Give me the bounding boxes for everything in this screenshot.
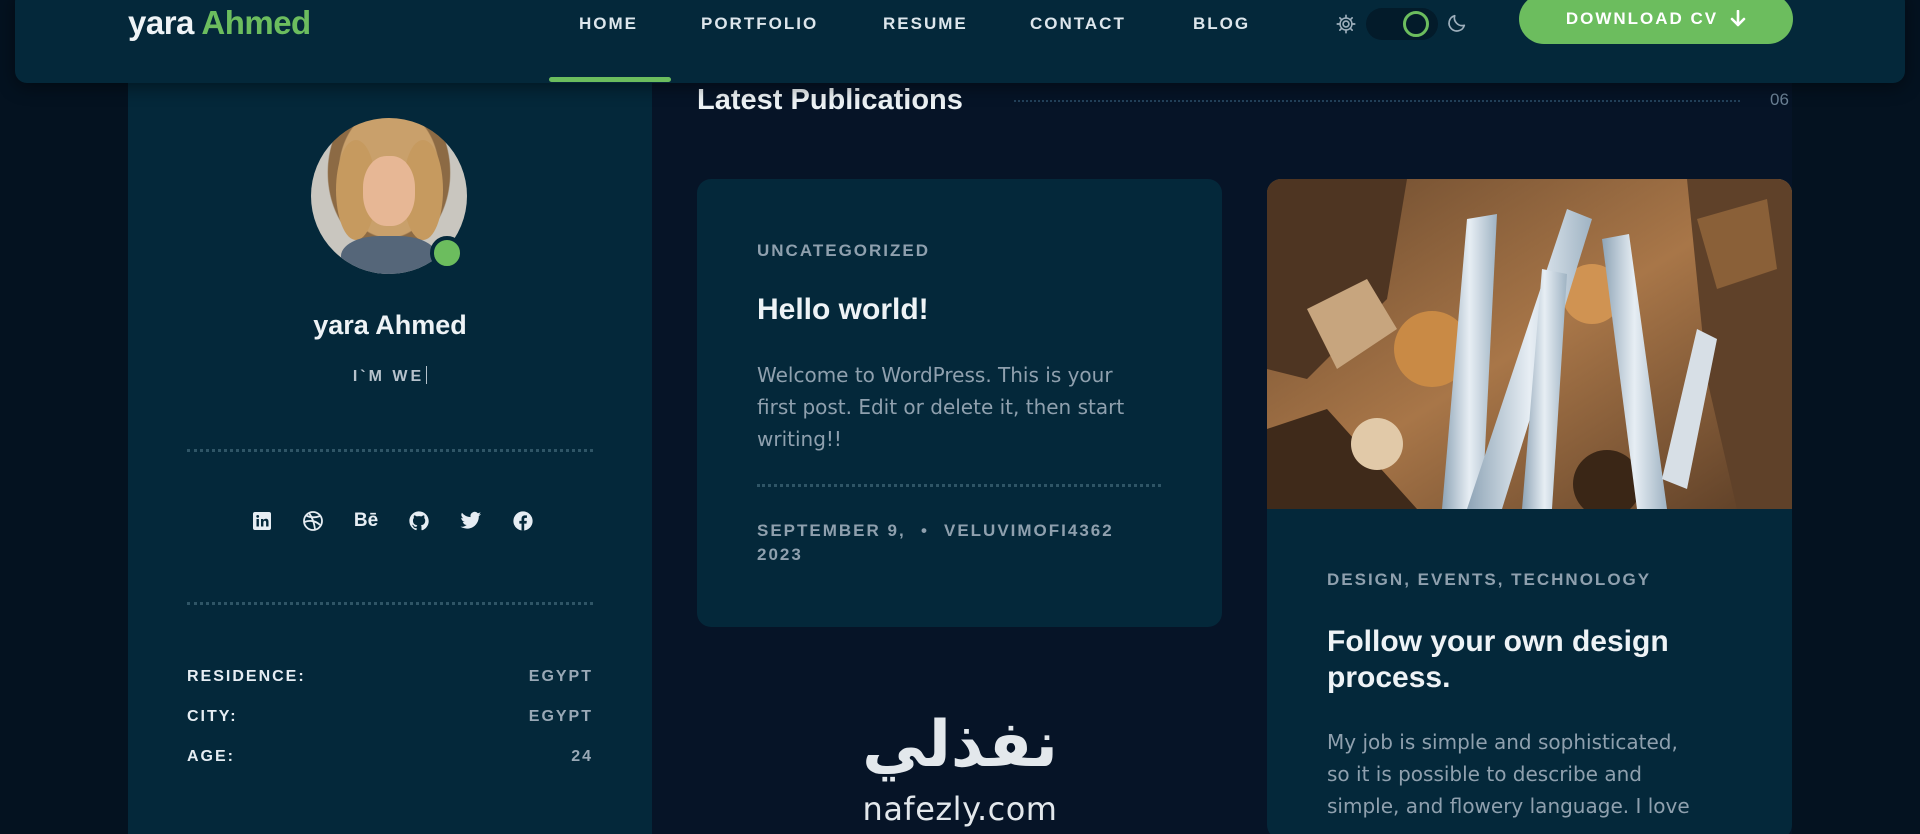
watermark-logo-arabic: نفذلي bbox=[862, 708, 1058, 782]
theme-toggle[interactable] bbox=[1366, 8, 1438, 40]
typing-caret bbox=[426, 366, 428, 384]
linkedin-icon[interactable] bbox=[245, 504, 279, 538]
title-line: process. bbox=[1327, 661, 1451, 694]
nav-item-home[interactable]: HOME bbox=[579, 14, 638, 34]
profile-sidebar: yara Ahmed I`M WE Bē RESIDENCE: EGYPT CI… bbox=[128, 70, 652, 834]
info-label: CITY: bbox=[187, 708, 238, 725]
logo-first-name: yara bbox=[128, 4, 194, 41]
post-excerpt: My job is simple and sophisticated, so i… bbox=[1327, 726, 1690, 822]
info-label: RESIDENCE: bbox=[187, 668, 306, 685]
post-category[interactable]: DESIGN bbox=[1327, 570, 1404, 589]
post-meta: SEPTEMBER 9, 2023 • VELUVIMOFI4362 bbox=[757, 519, 1161, 569]
excerpt-line: so it is possible to describe and bbox=[1327, 762, 1642, 786]
date-line: SEPTEMBER 9, bbox=[757, 521, 906, 540]
section-divider bbox=[1014, 100, 1740, 102]
nav-item-contact[interactable]: CONTACT bbox=[1030, 14, 1126, 34]
date-line: 2023 bbox=[757, 545, 803, 564]
post-category[interactable]: TECHNOLOGY bbox=[1511, 570, 1651, 589]
logo-last-name: Ahmed bbox=[201, 4, 311, 41]
info-value: EGYPT bbox=[528, 668, 593, 685]
title-line: Follow your own design bbox=[1327, 625, 1669, 658]
behance-icon[interactable]: Bē bbox=[349, 504, 383, 538]
sidebar-divider bbox=[187, 449, 593, 452]
excerpt-line: My job is simple and sophisticated, bbox=[1327, 730, 1678, 754]
post-category[interactable]: UNCATEGORIZED bbox=[757, 241, 930, 261]
profile-role-text: I`M WE bbox=[352, 368, 425, 385]
post-categories: DESIGN, EVENTS, TECHNOLOGY bbox=[1327, 570, 1651, 590]
category-separator: , bbox=[1404, 570, 1411, 589]
sidebar-divider bbox=[187, 602, 593, 605]
info-row-city: CITY: EGYPT bbox=[187, 708, 593, 732]
post-featured-image[interactable] bbox=[1267, 179, 1792, 509]
info-value: EGYPT bbox=[528, 708, 593, 725]
download-cv-button[interactable]: DOWNLOAD CV bbox=[1519, 0, 1793, 44]
post-title[interactable]: Follow your own design process. bbox=[1327, 624, 1669, 696]
behance-label: Bē bbox=[353, 510, 379, 531]
section-title: Latest Publications bbox=[697, 84, 963, 116]
download-cv-label: DOWNLOAD CV bbox=[1565, 9, 1719, 28]
post-divider bbox=[757, 484, 1161, 487]
page-gutter-left bbox=[0, 0, 128, 834]
site-header: yara Ahmed HOME PORTFOLIO RESUME CONTACT… bbox=[15, 0, 1905, 83]
arrow-down-icon bbox=[1730, 10, 1746, 27]
social-links: Bē bbox=[128, 504, 652, 538]
meta-separator: • bbox=[921, 521, 929, 540]
section-count: 06 bbox=[1770, 90, 1789, 109]
post-card[interactable]: DESIGN, EVENTS, TECHNOLOGY Follow your o… bbox=[1267, 179, 1792, 834]
info-label: AGE: bbox=[187, 748, 235, 765]
moon-icon[interactable] bbox=[1446, 12, 1468, 34]
post-excerpt: Welcome to WordPress. This is your first… bbox=[757, 359, 1124, 455]
category-separator: , bbox=[1497, 570, 1505, 589]
excerpt-line: first post. Edit or delete it, then star… bbox=[757, 395, 1125, 419]
site-logo[interactable]: yara Ahmed bbox=[128, 4, 311, 42]
nav-item-blog[interactable]: BLOG bbox=[1193, 14, 1250, 34]
facebook-icon[interactable] bbox=[506, 504, 540, 538]
post-category[interactable]: EVENTS bbox=[1418, 570, 1498, 589]
dribbble-icon[interactable] bbox=[296, 504, 330, 538]
post-card[interactable]: UNCATEGORIZED Hello world! Welcome to Wo… bbox=[697, 179, 1222, 627]
theme-toggle-knob bbox=[1403, 11, 1429, 37]
gear-icon[interactable] bbox=[1335, 13, 1357, 35]
online-status-dot bbox=[430, 236, 464, 270]
profile-role: I`M WE bbox=[128, 366, 652, 386]
watermark-logo-english: nafezly.com bbox=[862, 790, 1058, 828]
excerpt-line: writing!! bbox=[757, 427, 842, 451]
nav-active-indicator bbox=[549, 77, 671, 82]
excerpt-line: Welcome to WordPress. This is your bbox=[757, 363, 1113, 387]
page-gutter-right bbox=[1792, 0, 1920, 834]
info-value: 24 bbox=[571, 748, 593, 765]
info-row-age: AGE: 24 bbox=[187, 748, 593, 772]
excerpt-line: simple, and flowery language. I love bbox=[1327, 794, 1690, 818]
post-author[interactable]: VELUVIMOFI4362 bbox=[944, 519, 1114, 543]
twitter-icon[interactable] bbox=[454, 504, 488, 538]
nav-item-resume[interactable]: RESUME bbox=[883, 14, 968, 34]
info-row-residence: RESIDENCE: EGYPT bbox=[187, 668, 593, 692]
profile-name: yara Ahmed bbox=[313, 310, 467, 340]
github-icon[interactable] bbox=[402, 504, 436, 538]
post-title[interactable]: Hello world! bbox=[757, 292, 929, 328]
post-date: SEPTEMBER 9, 2023 bbox=[757, 519, 917, 567]
nav-item-portfolio[interactable]: PORTFOLIO bbox=[701, 14, 818, 34]
